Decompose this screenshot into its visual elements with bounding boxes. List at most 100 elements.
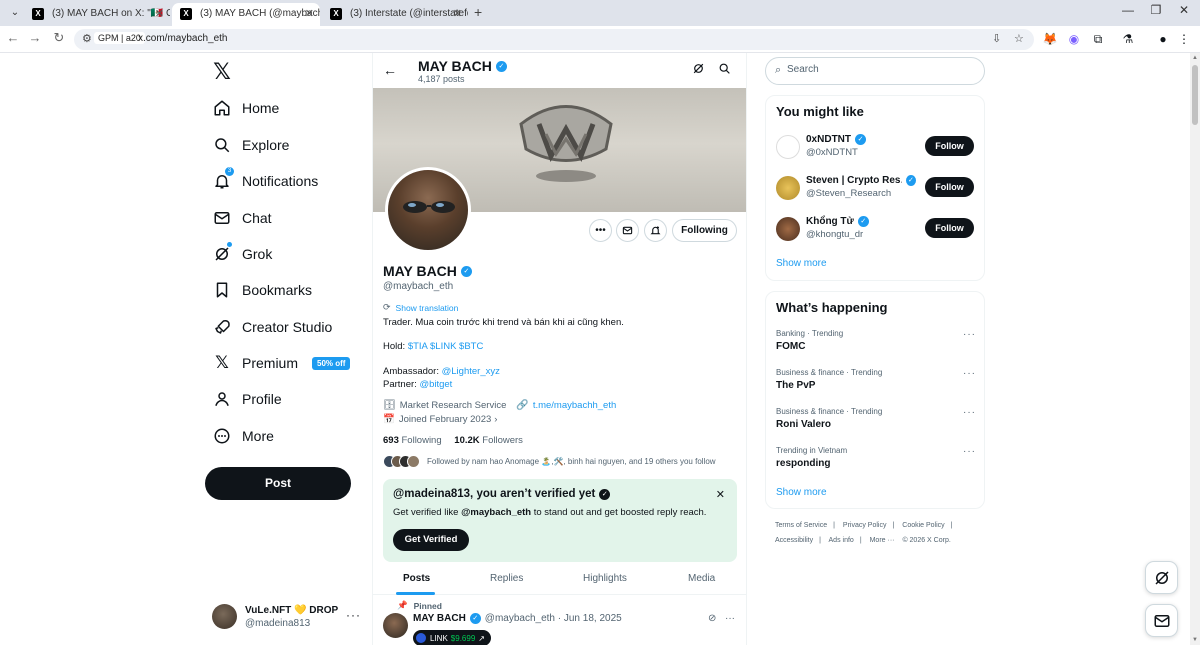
extension-icon[interactable]: ◉: [1066, 31, 1082, 47]
search-icon[interactable]: [716, 62, 732, 78]
nav-chat[interactable]: Chat: [212, 206, 272, 230]
account-switcher[interactable]: VuLe.NFT 💛 DROP @madeina813 ···: [212, 604, 362, 634]
cashtag-price-chip[interactable]: LINK $9.699 ↗: [413, 630, 491, 645]
more-dots-icon[interactable]: ···: [963, 407, 976, 418]
browser-tab-2[interactable]: X (3) MAY BACH (@maybach_eth ✕: [172, 3, 320, 26]
active-tab-indicator: [396, 592, 435, 595]
nav-notifications[interactable]: 3 Notifications: [212, 167, 318, 193]
nav-home[interactable]: Home: [212, 96, 279, 120]
back-icon[interactable]: ←: [4, 30, 22, 45]
browser-menu-icon[interactable]: ⋮: [1176, 31, 1192, 47]
tab-search-dropdown-icon[interactable]: ⌄: [6, 4, 24, 22]
follow-button[interactable]: Follow: [925, 218, 974, 238]
nav-bookmarks[interactable]: Bookmarks: [212, 278, 312, 302]
grok-icon[interactable]: ⊘: [708, 613, 716, 624]
grok-float-button[interactable]: [1145, 561, 1178, 594]
show-translation-link[interactable]: ⟳ Show translation: [383, 302, 458, 313]
nav-profile[interactable]: Profile: [212, 387, 282, 411]
avatar[interactable]: [383, 613, 408, 638]
privacy-link[interactable]: Privacy Policy: [843, 522, 887, 529]
scroll-up-icon[interactable]: ▲: [1192, 55, 1198, 61]
more-dots-icon[interactable]: ···: [963, 329, 976, 340]
more-link[interactable]: More ···: [870, 537, 895, 544]
trend-item[interactable]: Trending in Vietnam responding ···: [776, 446, 976, 476]
cookie-link[interactable]: Cookie Policy: [902, 522, 944, 529]
metamask-extension-icon[interactable]: 🦊: [1042, 31, 1058, 47]
scroll-down-icon[interactable]: ▼: [1192, 637, 1198, 643]
followers-count-link[interactable]: 10.2K Followers: [454, 435, 523, 446]
subscribe-notify-button[interactable]: [644, 219, 667, 242]
close-tab-icon[interactable]: ✕: [305, 3, 314, 25]
following-button[interactable]: Following: [672, 219, 737, 242]
ambassador-link[interactable]: @Lighter_xyz: [442, 366, 500, 377]
messages-float-button[interactable]: [1145, 604, 1178, 637]
hold-tickers-link[interactable]: $TIA $LINK $BTC: [408, 341, 484, 352]
suggested-user[interactable]: 0xNDTNT ✓ @0xNDTNT Follow: [776, 133, 976, 163]
nav-creator-studio[interactable]: Creator Studio: [212, 315, 332, 339]
show-more-link[interactable]: Show more: [776, 258, 827, 269]
install-app-icon[interactable]: ⇩: [992, 32, 1001, 45]
get-verified-button[interactable]: Get Verified: [393, 529, 469, 551]
browser-tab-1[interactable]: X (3) MAY BACH on X: "🇲🇽 GIVEAW ✕: [24, 3, 170, 26]
forward-icon[interactable]: →: [26, 30, 44, 45]
more-dots-icon[interactable]: ···: [346, 608, 361, 622]
scrollbar-thumb[interactable]: [1192, 65, 1198, 125]
nav-grok[interactable]: Grok: [212, 242, 272, 266]
extensions-puzzle-icon[interactable]: ⧉: [1090, 31, 1106, 47]
page-scrollbar[interactable]: ▲ ▼: [1190, 53, 1200, 645]
tweet-handle-date[interactable]: @maybach_eth · Jun 18, 2025: [485, 613, 622, 624]
more-dots-icon[interactable]: ···: [963, 446, 976, 457]
tweet-author-name[interactable]: MAY BACH: [413, 613, 466, 624]
post-button[interactable]: Post: [205, 467, 351, 500]
more-dots-icon[interactable]: ···: [963, 368, 976, 379]
nav-more[interactable]: More: [212, 424, 274, 448]
trend-item[interactable]: Banking · Trending FOMC ···: [776, 329, 976, 359]
message-button[interactable]: [616, 219, 639, 242]
profile-avatar-icon[interactable]: ●: [1155, 31, 1171, 47]
x-logo-icon[interactable]: 𝕏: [210, 60, 234, 84]
back-arrow-icon[interactable]: ←: [383, 62, 397, 78]
suggested-user[interactable]: Steven | Crypto Res… ✓ @Steven_Research F…: [776, 174, 976, 204]
follow-button[interactable]: Follow: [925, 136, 974, 156]
lab-flask-icon[interactable]: ⚗: [1120, 31, 1136, 47]
browser-tab-3[interactable]: X (3) Interstate (@interstatefdn) / ✕: [322, 3, 468, 26]
joined-date[interactable]: 📅 Joined February 2023 ›: [383, 414, 497, 425]
search-input[interactable]: [787, 64, 967, 75]
site-info-icon[interactable]: ⚙: [82, 32, 92, 45]
more-options-button[interactable]: •••: [589, 219, 612, 242]
show-more-link[interactable]: Show more: [776, 487, 827, 498]
tab-media[interactable]: Media: [688, 573, 715, 584]
follow-button[interactable]: Follow: [925, 177, 974, 197]
accessibility-link[interactable]: Accessibility: [775, 537, 813, 544]
url-text[interactable]: x.com/maybach_eth: [138, 33, 228, 44]
profile-avatar[interactable]: [385, 167, 471, 253]
minimize-icon[interactable]: —: [1118, 3, 1138, 17]
omnibox[interactable]: ⚙ GPM | a20 x.com/maybach_eth ⇩ ☆: [74, 29, 1034, 50]
grok-icon[interactable]: [690, 62, 706, 78]
terms-link[interactable]: Terms of Service: [775, 522, 827, 529]
partner-link[interactable]: @bitget: [419, 379, 452, 390]
ads-info-link[interactable]: Ads info: [829, 537, 854, 544]
reload-icon[interactable]: ↻: [50, 30, 68, 46]
search-box[interactable]: ⌕: [765, 57, 985, 85]
bookmark-star-icon[interactable]: ☆: [1014, 32, 1024, 45]
maximize-icon[interactable]: ❐: [1146, 3, 1166, 17]
suggested-user[interactable]: Khổng Tử ✓ @khongtu_dr Follow: [776, 215, 976, 245]
tab-highlights[interactable]: Highlights: [583, 573, 627, 584]
trend-item[interactable]: Business & finance · Trending The PvP ··…: [776, 368, 976, 398]
new-tab-button[interactable]: +: [474, 4, 482, 20]
close-tab-icon[interactable]: ✕: [155, 3, 164, 25]
more-dots-icon[interactable]: ···: [725, 613, 735, 624]
nav-premium[interactable]: 𝕏 Premium 50% off: [212, 351, 351, 375]
nav-explore[interactable]: Explore: [212, 133, 289, 157]
close-icon[interactable]: ✕: [716, 488, 725, 501]
close-tab-icon[interactable]: ✕: [453, 3, 462, 25]
followed-by-row[interactable]: Followed by nam hao Anomage 🏝️,🛠️, binh …: [383, 453, 716, 469]
website-link[interactable]: t.me/maybachh_eth: [533, 400, 616, 411]
trend-item[interactable]: Business & finance · Trending Roni Valer…: [776, 407, 976, 437]
tab-posts[interactable]: Posts: [403, 573, 430, 584]
trend-context: Business & finance · Trending: [776, 407, 883, 416]
following-count-link[interactable]: 693 Following: [383, 435, 442, 446]
tab-replies[interactable]: Replies: [490, 573, 523, 584]
close-window-icon[interactable]: ✕: [1174, 3, 1194, 17]
